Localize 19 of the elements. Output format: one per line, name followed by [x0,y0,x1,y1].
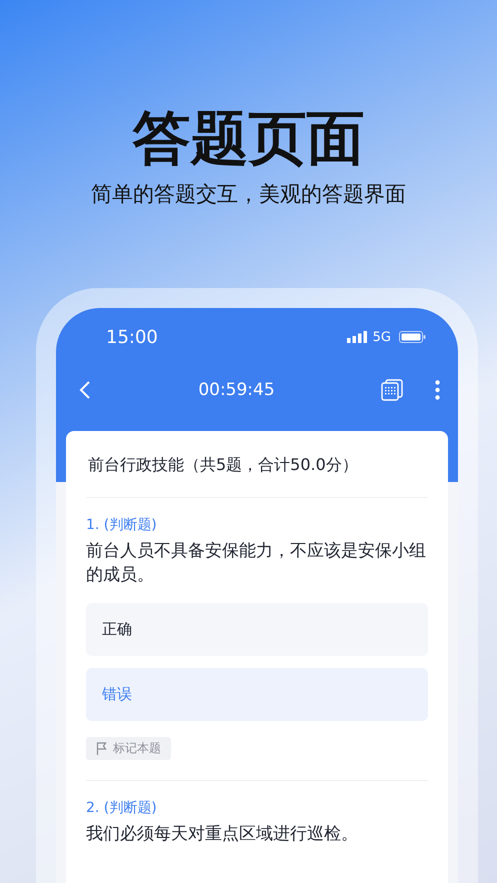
promo-subtitle: 简单的答题交互，美观的答题界面 [91,181,406,208]
back-icon[interactable] [78,380,92,400]
question-type: 2. (判断题) [86,799,157,818]
more-icon[interactable] [435,380,440,400]
promo-title: 答题页面 [132,103,364,174]
answer-option[interactable]: 错误 [86,668,428,721]
answer-option[interactable]: 正确 [86,603,428,656]
exam-timer: 00:59:45 [197,380,276,400]
flag-icon [96,742,108,755]
mark-question-button[interactable]: 标记本题 [86,737,171,760]
exam-title: 前台行政技能（共5题，合计50.0分） [87,454,359,476]
network-label: 5G [372,330,391,344]
battery-icon [399,331,426,343]
signal-icon [346,331,367,343]
question-type: 1. (判断题) [86,516,157,535]
question-text: 前台人员不具备安保能力，不应该是安保小组的成员。 [86,540,427,587]
answer-sheet-icon[interactable] [381,379,403,401]
question-text: 我们必须每天对重点区域进行巡检。 [86,823,359,846]
status-time: 15:00 [106,326,159,348]
